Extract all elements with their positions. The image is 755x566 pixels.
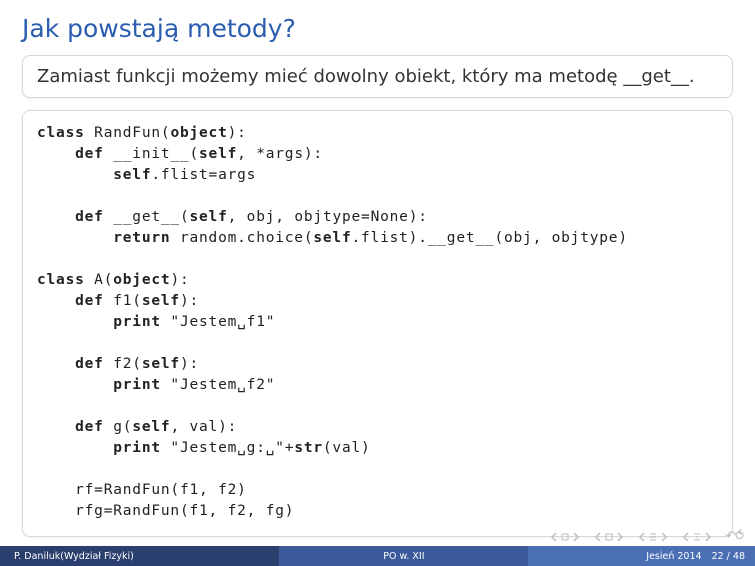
code-kw: str xyxy=(294,440,323,456)
code-kw: self xyxy=(190,209,228,225)
code-text: , obj, objtype=None): xyxy=(228,209,428,225)
code-kw: self xyxy=(142,293,180,309)
code-kw: print xyxy=(37,377,161,393)
code-kw: object xyxy=(113,272,170,288)
code-text: ): xyxy=(170,272,189,288)
code-text: .flist=args xyxy=(151,167,256,183)
footer-term: Jesień 2014 xyxy=(646,551,701,562)
nav-next-icon[interactable] xyxy=(637,532,669,542)
code-text: (val) xyxy=(323,440,371,456)
callout-box: Zamiast funkcji możemy mieć dowolny obie… xyxy=(22,55,733,98)
code-text: , val): xyxy=(170,419,237,435)
code-kw: self xyxy=(142,356,180,372)
code-text: RandFun( xyxy=(85,125,171,141)
code-block: class RandFun(object): def __init__(self… xyxy=(22,110,733,537)
code-text: rf=RandFun(f1, f2) xyxy=(37,482,247,498)
footer-author: P. Daniluk(Wydział Fizyki) xyxy=(0,546,279,566)
code-kw: self xyxy=(313,230,351,246)
code-text: .flist).__get__(obj, objtype) xyxy=(352,230,628,246)
nav-first-icon[interactable] xyxy=(549,532,581,542)
code-text: g( xyxy=(104,419,133,435)
code-text: random.choice( xyxy=(170,230,313,246)
code-text: A( xyxy=(85,272,114,288)
code-kw: def xyxy=(37,419,104,435)
code-text: rfg=RandFun(f1, f2, fg) xyxy=(37,503,294,519)
code-text: f1( xyxy=(104,293,142,309)
code-kw: def xyxy=(37,356,104,372)
code-kw: self xyxy=(132,419,170,435)
code-kw: print xyxy=(37,440,161,456)
footer-bar: P. Daniluk(Wydział Fizyki) PO w. XII Jes… xyxy=(0,546,755,566)
slide-title: Jak powstają metody? xyxy=(22,14,733,43)
code-text: f2( xyxy=(104,356,142,372)
code-kw: self xyxy=(37,167,151,183)
code-kw: def xyxy=(37,146,104,162)
code-text: __init__( xyxy=(104,146,199,162)
footer-page: 22 / 48 xyxy=(712,551,745,562)
code-text: ): xyxy=(228,125,247,141)
code-text: "Jestem␣g:␣"+ xyxy=(161,440,294,456)
code-kw: object xyxy=(170,125,227,141)
code-text: "Jestem␣f2" xyxy=(161,377,275,393)
code-text: ): xyxy=(180,293,199,309)
footer-title: PO w. XII xyxy=(279,546,528,566)
code-kw: self xyxy=(199,146,237,162)
code-text: __get__( xyxy=(104,209,190,225)
code-text: ): xyxy=(180,356,199,372)
code-kw: class xyxy=(37,272,85,288)
code-kw: def xyxy=(37,209,104,225)
nav-last-icon[interactable] xyxy=(681,532,713,542)
code-kw: print xyxy=(37,314,161,330)
code-text: , *args): xyxy=(237,146,323,162)
code-kw: return xyxy=(37,230,170,246)
code-kw: class xyxy=(37,125,85,141)
code-kw: def xyxy=(37,293,104,309)
nav-prev-icon[interactable] xyxy=(593,532,625,542)
nav-loop-icon[interactable]: ↶⥀ xyxy=(725,529,743,544)
nav-controls: ↶⥀ xyxy=(549,529,743,544)
code-text: "Jestem␣f1" xyxy=(161,314,275,330)
